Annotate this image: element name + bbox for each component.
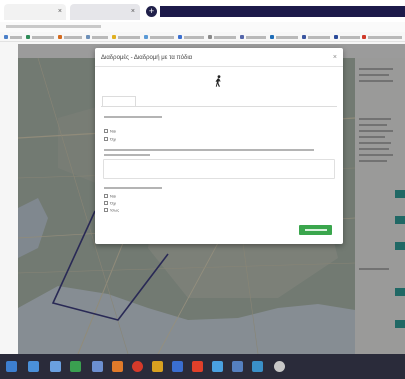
tab-questionnaire[interactable] (102, 96, 136, 106)
question-2-line (104, 154, 150, 156)
bookmark-item[interactable] (208, 35, 236, 39)
walking-route-modal: Διαδρομές - Διαδρομή με τα πόδια × Ναι Ό… (95, 48, 343, 244)
bookmark-item[interactable] (302, 35, 330, 39)
tab-divider (101, 106, 337, 107)
q1-option-label: Ναι (110, 128, 117, 134)
question-3-line (104, 187, 162, 189)
taskbar-app-icon[interactable] (132, 361, 143, 372)
q3-option-yes[interactable]: Ναι (104, 193, 116, 198)
taskbar-app-icon[interactable] (50, 361, 61, 372)
taskbar-app-icon[interactable] (252, 361, 263, 372)
taskbar-app-icon[interactable] (172, 361, 183, 372)
bookmark-item[interactable] (58, 35, 82, 39)
bookmark-item[interactable] (86, 35, 108, 39)
checkbox[interactable] (104, 207, 108, 212)
q1-option-label: Όχι (110, 136, 117, 142)
bookmark-item[interactable] (240, 35, 266, 39)
taskbar-app-icon[interactable] (92, 361, 103, 372)
url-text (6, 25, 101, 28)
taskbar-app-icon[interactable] (112, 361, 123, 372)
taskbar-app-icon[interactable] (152, 361, 163, 372)
q3-option-maybe[interactable]: Ίσως (104, 207, 119, 212)
browser-tab-2[interactable]: × (70, 4, 140, 20)
question-2-line (104, 149, 314, 151)
q1-option-no[interactable]: Όχι (104, 136, 116, 141)
bookmarks-bar (0, 32, 405, 42)
taskbar-app-icon[interactable] (70, 361, 81, 372)
taskbar-app-icon[interactable] (274, 361, 285, 372)
tab-close-icon[interactable]: × (131, 8, 135, 15)
bookmark-item[interactable] (362, 35, 402, 39)
person-walking-icon (215, 75, 221, 87)
browser-tab-1[interactable]: × (4, 4, 66, 20)
checkbox[interactable] (104, 193, 108, 198)
taskbar-app-icon[interactable] (192, 361, 203, 372)
browser-tab-strip: × × + (0, 0, 405, 22)
tab-close-icon[interactable]: × (58, 8, 62, 15)
bookmark-item[interactable] (270, 35, 298, 39)
taskbar-app-icon[interactable] (28, 361, 39, 372)
checkbox[interactable] (104, 128, 108, 133)
submit-button[interactable] (299, 225, 332, 235)
bookmark-item[interactable] (4, 35, 22, 39)
q3-option-label: Ίσως (110, 207, 120, 213)
q3-option-label: Ναι (110, 193, 117, 199)
bookmark-item[interactable] (26, 35, 54, 39)
q1-option-yes[interactable]: Ναι (104, 128, 116, 133)
q3-option-no[interactable]: Όχι (104, 200, 116, 205)
modal-divider (95, 66, 343, 67)
q3-option-label: Όχι (110, 200, 117, 206)
bookmark-item[interactable] (178, 35, 204, 39)
bookmark-item[interactable] (112, 35, 140, 39)
question-2-textarea[interactable] (103, 159, 335, 179)
bookmark-item[interactable] (144, 35, 174, 39)
close-icon[interactable]: × (333, 54, 337, 61)
new-tab-button[interactable]: + (146, 6, 157, 17)
tab-strip-background (160, 6, 405, 17)
question-1-line (104, 116, 162, 118)
address-bar[interactable] (0, 22, 405, 32)
taskbar-app-icon[interactable] (212, 361, 223, 372)
taskbar-app-icon[interactable] (232, 361, 243, 372)
checkbox[interactable] (104, 136, 108, 141)
checkbox[interactable] (104, 200, 108, 205)
os-taskbar (0, 354, 405, 379)
screen: × × + Διαδρομές - Διαδρομή με τα πόδια ×… (0, 0, 405, 379)
start-icon[interactable] (6, 361, 17, 372)
bookmark-item[interactable] (334, 35, 360, 39)
modal-title: Διαδρομές - Διαδρομή με τα πόδια (101, 55, 193, 61)
